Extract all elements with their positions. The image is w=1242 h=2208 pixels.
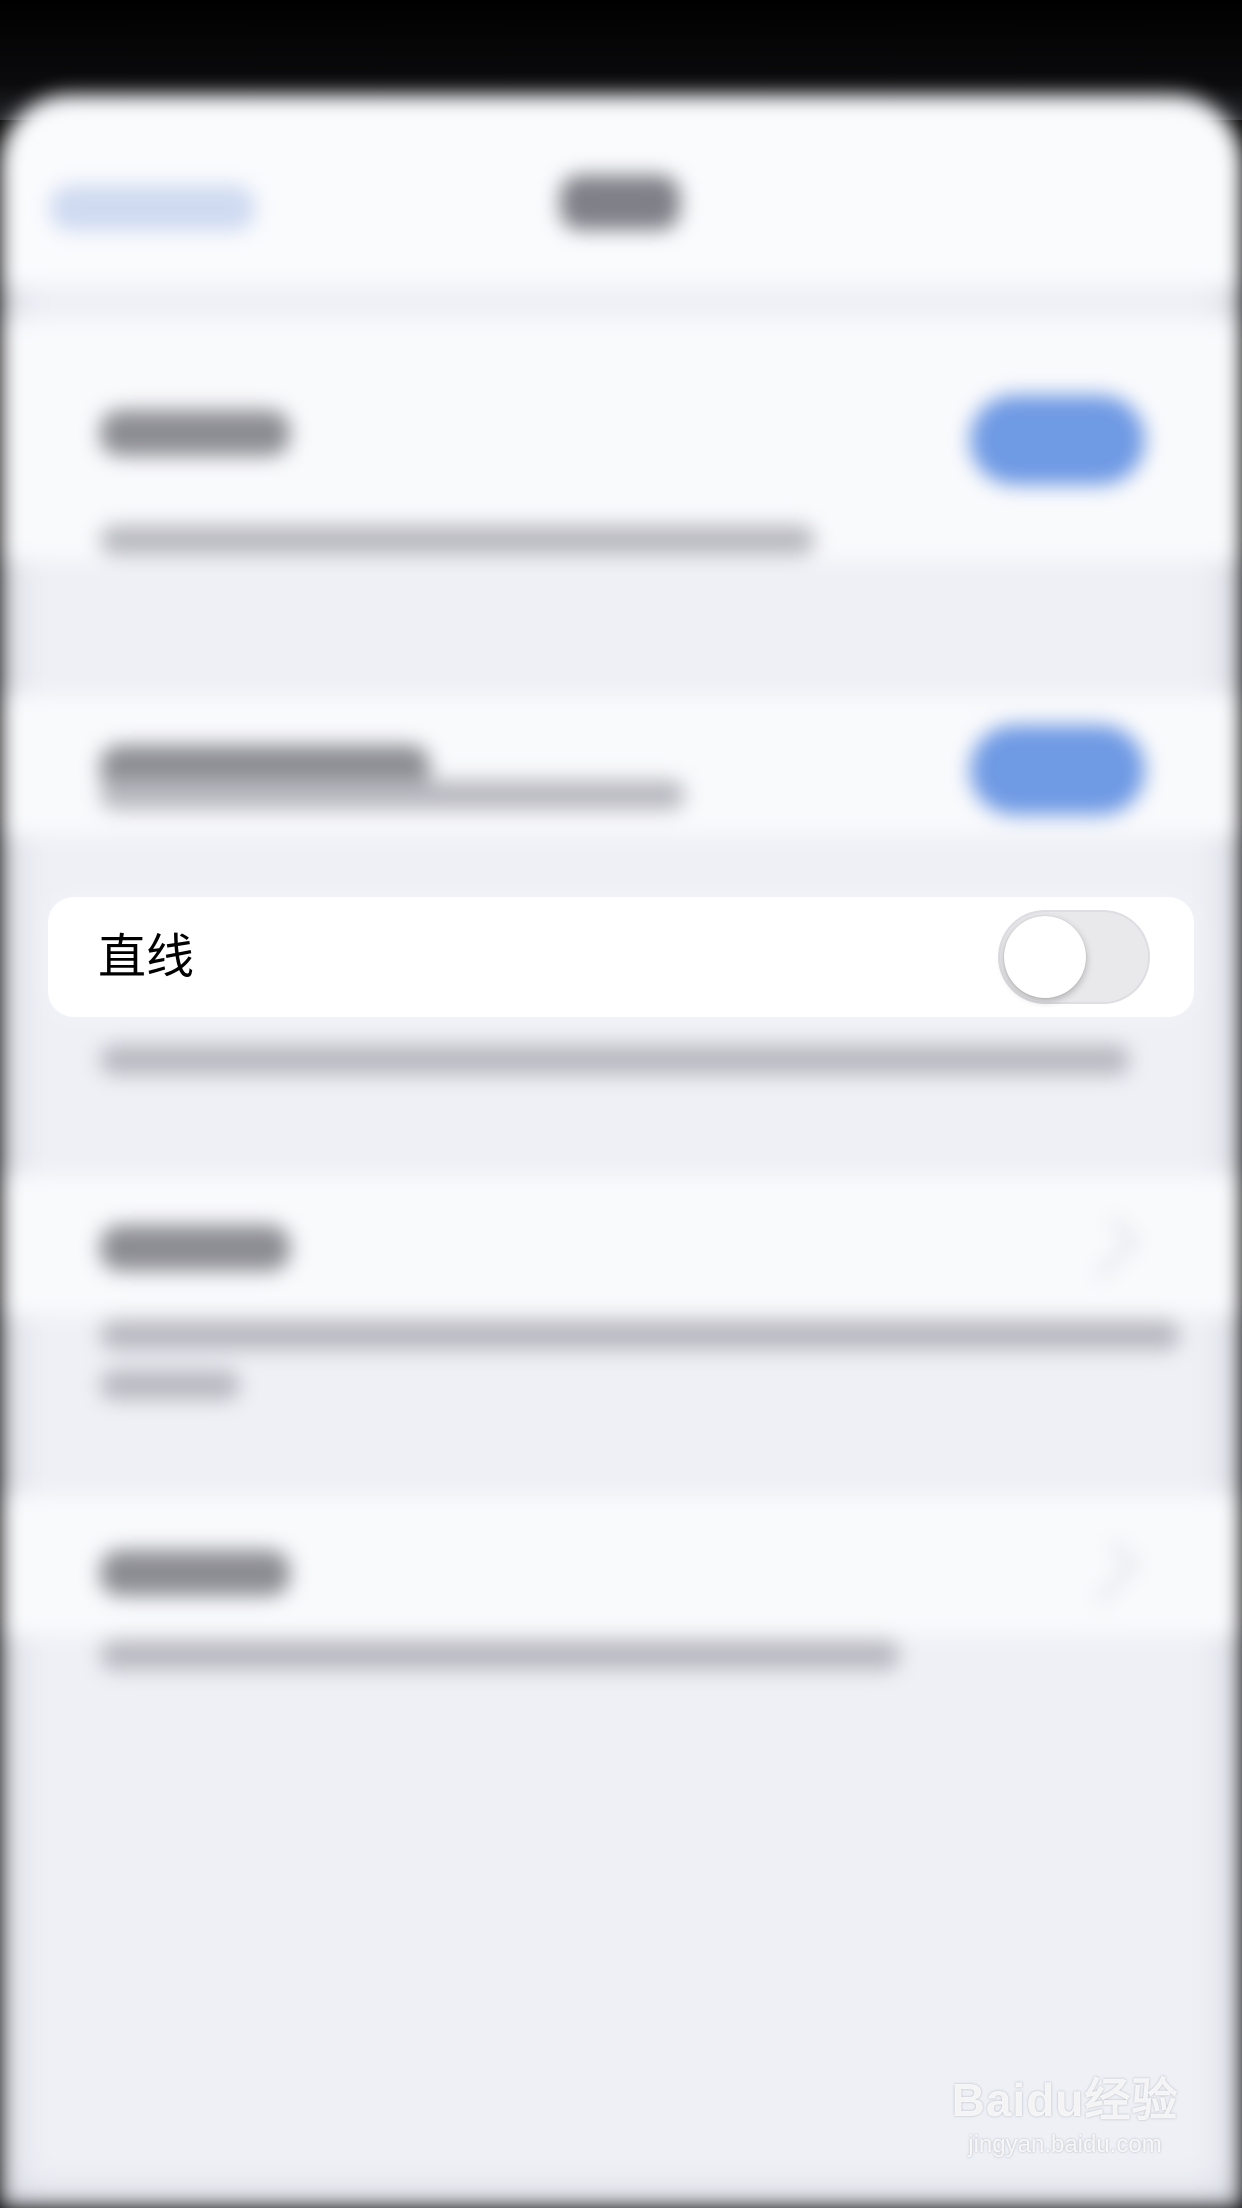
blurred-nav-bar [0,95,1242,285]
blurred-chevron-right-icon [1075,1216,1139,1280]
watermark-logo: Baidu经验 [951,2074,1179,2126]
blurred-row-description [100,780,685,810]
line-setting-label: 直线 [98,929,195,985]
blurred-row-title [100,1550,290,1596]
blurred-row-title [100,410,290,456]
line-setting-card[interactable]: 直线 [48,897,1194,1017]
blurred-back-button [50,185,255,231]
watermark-url: jingyan.baidu.com [968,2131,1162,2158]
blurred-settings-sheet [0,95,1242,2208]
blurred-row-description [100,1045,1130,1075]
blurred-chevron-right-icon [1075,1540,1139,1604]
blurred-nav-title [560,175,680,230]
blurred-setting-row-2 [0,695,1242,835]
baidu-jingyan-watermark: Baidu经验 jingyan.baidu.com [950,2070,1180,2190]
blurred-setting-row-5 [0,1495,1242,1635]
blurred-row-description [100,525,815,555]
blurred-toggle-on [970,395,1145,485]
blurred-toggle-on [970,725,1145,815]
blurred-row-description [100,1320,1180,1350]
blurred-row-description [100,1370,240,1400]
line-toggle-switch[interactable] [998,910,1150,1004]
toggle-knob [1004,916,1086,998]
blurred-setting-row-4 [0,1175,1242,1315]
blurred-row-description [100,1640,900,1670]
blurred-setting-row-1 [0,320,1242,560]
blurred-row-title [100,1225,290,1271]
